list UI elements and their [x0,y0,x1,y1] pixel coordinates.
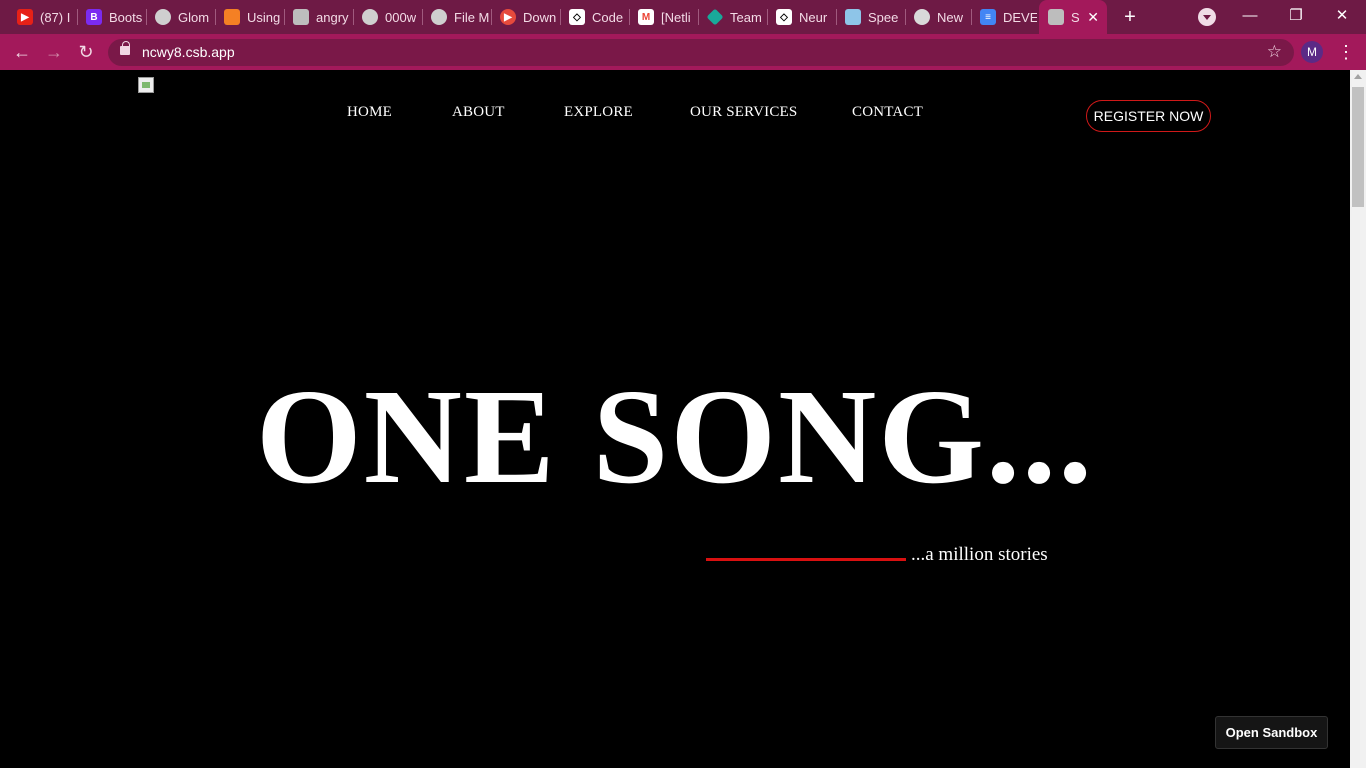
nav-link-services[interactable]: OUR SERVICES [690,104,797,121]
browser-tab[interactable]: Glom [146,0,215,34]
stackoverflow-icon [224,9,240,25]
globe-icon [155,9,171,25]
globe-icon [431,9,447,25]
codesandbox-icon [1048,9,1064,25]
browser-menu-icon[interactable]: ⋮ [1337,40,1355,64]
address-bar[interactable]: ncwy8.csb.app ☆ [108,39,1294,66]
lock-icon [120,41,130,55]
gmail-icon: M [638,9,654,25]
hero-accent-line [706,558,906,561]
browser-tab[interactable]: angry [284,0,353,34]
bootstrap-icon: B [86,9,102,25]
browser-tab[interactable]: M [Netli [629,0,698,34]
browser-tab[interactable]: ▶ (87) I [8,0,76,34]
reload-button[interactable]: ↻ [75,41,97,63]
browser-toolbar: ← → ↻ ncwy8.csb.app ☆ M ⋮ [0,34,1366,70]
browser-tab[interactable]: B Boots [77,0,146,34]
scrollbar-thumb[interactable] [1352,87,1364,207]
browser-tab[interactable]: ▶ Down [491,0,560,34]
url-text[interactable]: ncwy8.csb.app [142,44,235,60]
tab-search-button[interactable] [1198,8,1216,26]
codepen-icon: ◇ [776,9,792,25]
codepen-icon: ◇ [569,9,585,25]
browser-tabstrip: ▶ (87) I B Boots Glom Using angry 000w F… [0,0,1366,34]
back-button[interactable]: ← [11,41,33,63]
chrome-icon [914,9,930,25]
browser-tab-active[interactable]: SY ✕ [1039,0,1107,34]
bookmark-star-icon[interactable]: ☆ [1267,42,1282,62]
nav-link-home[interactable]: HOME [347,104,392,121]
browser-tab[interactable]: ◇ Neur [767,0,836,34]
nav-link-contact[interactable]: CONTACT [852,104,923,121]
globe-icon [362,9,378,25]
hero-title: ONE SONG... [255,362,1095,512]
close-icon[interactable]: ✕ [1087,9,1099,26]
nav-link-explore[interactable]: EXPLORE [564,104,633,121]
codesandbox-icon [293,9,309,25]
browser-tab[interactable]: File M [422,0,491,34]
browser-tab[interactable]: ◇ Code [560,0,629,34]
page-viewport: HOME ABOUT EXPLORE OUR SERVICES CONTACT … [0,70,1350,768]
browser-tab[interactable]: Spee [836,0,905,34]
site-logo-broken-image[interactable] [138,77,154,93]
browser-tab[interactable]: 000w [353,0,422,34]
docs-icon: ≡ [980,9,996,25]
image-icon [845,9,861,25]
new-tab-button[interactable]: + [1119,6,1141,28]
hero-subtitle: ...a million stories [911,544,1048,565]
page-scrollbar[interactable] [1350,70,1366,768]
profile-avatar[interactable]: M [1301,41,1323,63]
diamond-icon [706,8,724,26]
nav-link-about[interactable]: ABOUT [452,104,505,121]
browser-tab[interactable]: Team [698,0,767,34]
open-sandbox-button[interactable]: Open Sandbox [1215,716,1328,749]
browser-tab[interactable]: New [905,0,971,34]
forward-button[interactable]: → [43,41,65,63]
browser-tab[interactable]: ≡ DEVE [971,0,1037,34]
browser-tab[interactable]: Using [215,0,284,34]
scroll-up-arrow-icon[interactable] [1354,74,1362,79]
minimize-button[interactable]: — [1235,4,1265,28]
register-now-button[interactable]: REGISTER NOW [1086,100,1211,132]
play-icon: ▶ [500,9,516,25]
restore-button[interactable]: ❐ [1281,4,1311,28]
youtube-icon: ▶ [17,9,33,25]
window-close-button[interactable]: ✕ [1327,4,1357,28]
